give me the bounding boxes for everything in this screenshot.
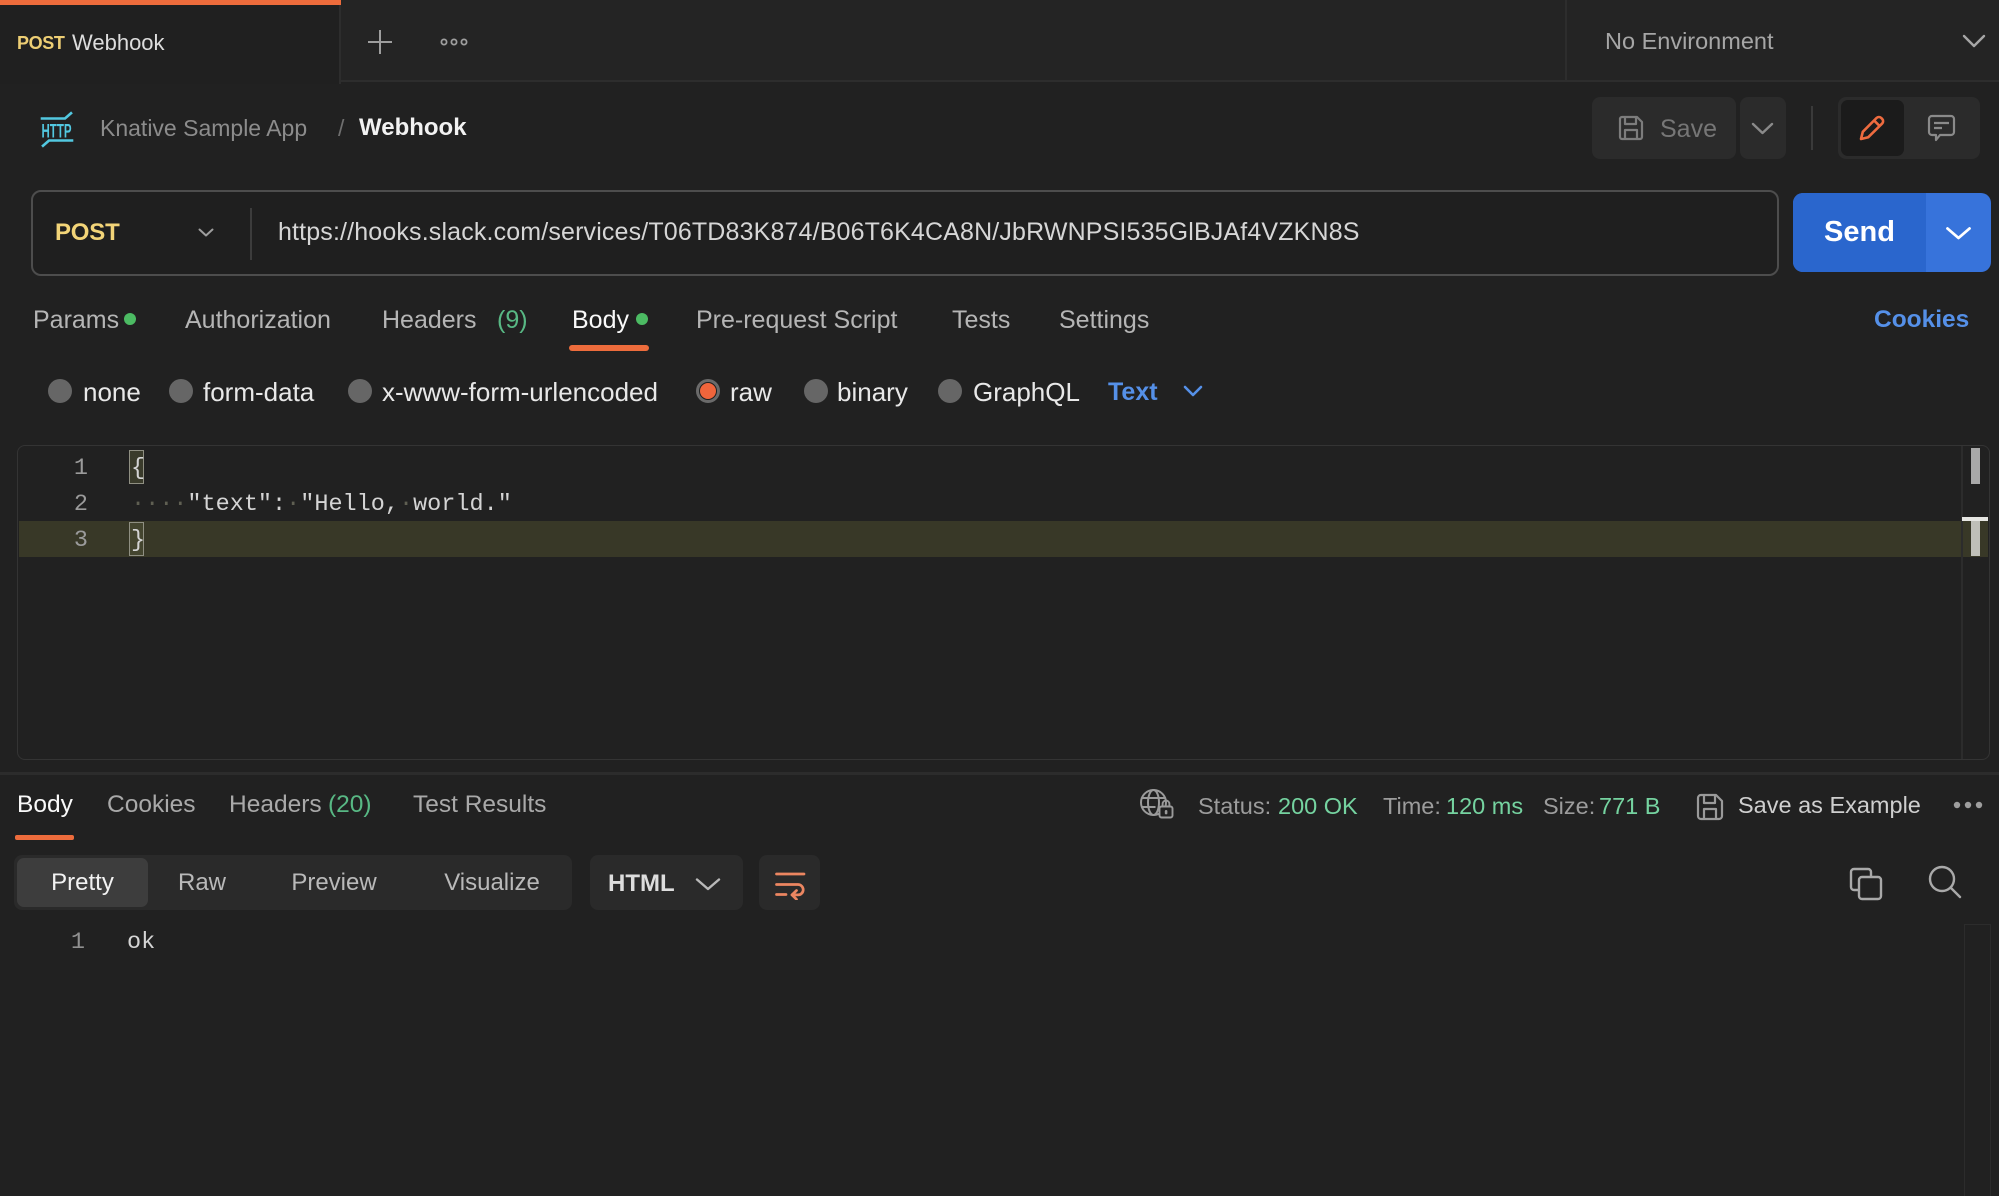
svg-text:HTTP: HTTP bbox=[42, 121, 72, 143]
